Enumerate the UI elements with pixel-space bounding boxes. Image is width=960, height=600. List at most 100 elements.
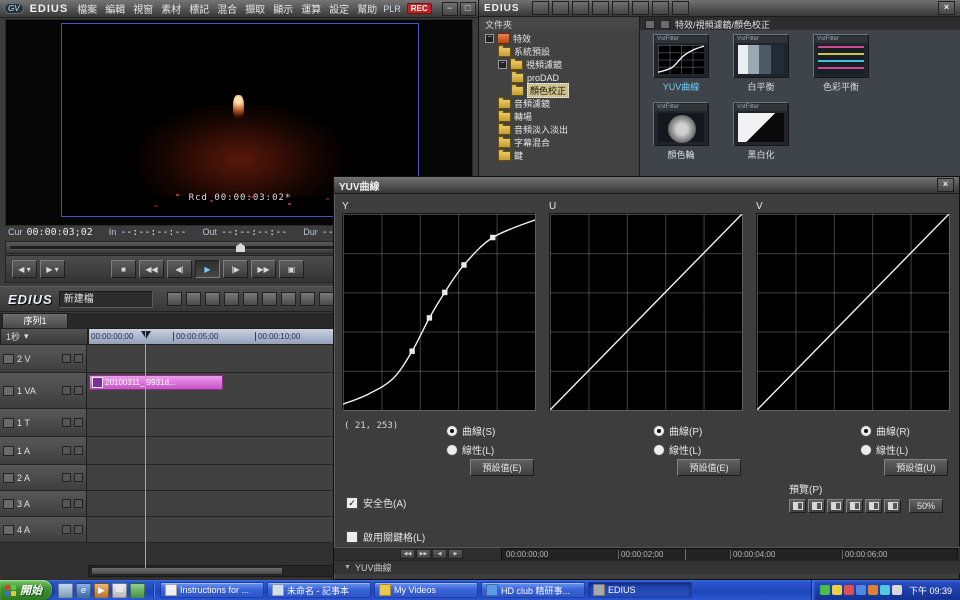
text-tool-icon[interactable] [572, 1, 589, 15]
settings-icon[interactable] [632, 1, 649, 15]
pen-button[interactable] [789, 499, 806, 513]
track-lock-icon[interactable] [74, 499, 83, 508]
tree-item[interactable]: 系統預設 [479, 45, 639, 58]
hscrollbar-thumb[interactable] [91, 567, 283, 575]
track-header[interactable]: 1 T [0, 409, 87, 436]
tray-icon[interactable] [820, 585, 830, 595]
tree-item[interactable]: 音頻淡入淡出 [479, 123, 639, 136]
track-lock-icon[interactable] [74, 354, 83, 363]
tree-item[interactable]: 字幕混合 [479, 136, 639, 149]
enable-keyframe-checkbox[interactable]: 啟用關鍵格(L) [346, 529, 425, 544]
undo-button[interactable] [224, 292, 239, 306]
seek-thumb[interactable] [236, 243, 245, 252]
track-lock-icon[interactable] [74, 386, 83, 395]
ruler-playhead-marker[interactable] [141, 331, 151, 344]
transport-play-button[interactable]: ▶ [195, 260, 220, 278]
taskbar-task-edius[interactable]: EDIUS [588, 582, 692, 598]
messenger-icon[interactable] [130, 583, 145, 598]
taskbar-task-folder[interactable]: My Videos [374, 582, 478, 598]
keyframe-nav-button[interactable]: ▶▶ [416, 549, 431, 559]
menu-item[interactable]: 運算 [301, 1, 321, 16]
mode-radio-option[interactable]: 線性(L) [860, 442, 910, 457]
effect-item[interactable]: VstFilter白平衡 [728, 34, 794, 93]
dialog-close-button[interactable]: × [937, 178, 954, 192]
safe-color-checkbox[interactable]: ✓ 安全色(A) [346, 495, 406, 510]
mode-radio-option[interactable]: 曲線(R) [860, 423, 910, 438]
taskbar-task-notepad[interactable]: 未命名 - 記事本 [267, 582, 371, 598]
folder-panel-tab[interactable]: 文件夾 [479, 17, 640, 31]
new-button[interactable] [167, 292, 182, 306]
effect-item[interactable]: VstFilter色彩平衡 [808, 34, 874, 93]
default-values-button[interactable]: 預設值(E) [470, 459, 534, 476]
track-header[interactable]: 2 V [0, 345, 87, 372]
tray-icon[interactable] [856, 585, 866, 595]
effect-item[interactable]: VstFilter黑白化 [728, 102, 794, 161]
show-desktop-icon[interactable] [58, 583, 73, 598]
paste-button[interactable] [300, 292, 315, 306]
keyframe-nav-button[interactable]: ▶ [448, 549, 463, 559]
track-lock-icon[interactable] [74, 525, 83, 534]
tray-icon[interactable] [844, 585, 854, 595]
mode-radio-option[interactable]: 曲線(P) [653, 423, 702, 438]
tree-item[interactable]: 音頻濾鏡 [479, 97, 639, 110]
tree-item[interactable]: 鍵 [479, 149, 639, 162]
menu-item[interactable]: 標記 [189, 1, 209, 16]
tree-expander-icon[interactable]: − [485, 34, 494, 43]
track-header[interactable]: 1 VA [0, 373, 87, 408]
media-player-icon[interactable]: ▶ [94, 583, 109, 598]
curve-editor[interactable] [756, 213, 950, 411]
transport-jog-left-button[interactable]: ◀ ▾ [12, 260, 37, 278]
track-mute-icon[interactable] [62, 354, 71, 363]
menu-item[interactable]: 擷取 [245, 1, 265, 16]
menu-item[interactable]: 編輯 [105, 1, 125, 16]
track-mute-icon[interactable] [62, 473, 71, 482]
menu-item[interactable]: 檔案 [77, 1, 97, 16]
screen-b-button[interactable] [827, 499, 844, 513]
curve-editor[interactable] [342, 213, 536, 411]
track-lock-icon[interactable] [74, 418, 83, 427]
keyframe-nav-button[interactable]: ◀◀ [400, 549, 415, 559]
tree-item[interactable]: −視頻濾鏡 [479, 58, 639, 71]
keyframe-nav-button[interactable]: ◀ [432, 549, 447, 559]
cut-button[interactable] [262, 292, 277, 306]
transport-rewind-button[interactable]: ◀◀ [139, 260, 164, 278]
tray-icon[interactable] [832, 585, 842, 595]
lock-icon[interactable] [672, 1, 689, 15]
effect-item[interactable]: VstFilter顏色輪 [648, 102, 714, 161]
tray-icon[interactable] [892, 585, 902, 595]
track-header[interactable]: 1 A [0, 437, 87, 464]
curve-editor[interactable] [549, 213, 743, 411]
folder-up-icon[interactable] [645, 20, 655, 29]
screen-c-button[interactable] [846, 499, 863, 513]
delete-icon[interactable] [612, 1, 629, 15]
palette-close-button[interactable]: × [938, 1, 955, 15]
minimize-button[interactable]: − [442, 2, 458, 16]
menu-item[interactable]: 設定 [329, 1, 349, 16]
transport-stop-button[interactable]: ■ [111, 260, 136, 278]
tree-item[interactable]: −特效 [479, 32, 639, 45]
menu-item[interactable]: 視窗 [133, 1, 153, 16]
zoom-level-select[interactable]: 1秒 ▾ [0, 328, 88, 345]
move-up-icon[interactable] [552, 1, 569, 15]
transport-fast-forward-button[interactable]: ▶▶ [251, 260, 276, 278]
menu-item[interactable]: 素材 [161, 1, 181, 16]
transport-prev-frame-button[interactable]: ◀| [167, 260, 192, 278]
undock-icon[interactable] [532, 1, 549, 15]
track-mute-icon[interactable] [62, 525, 71, 534]
track-header[interactable]: 4 A [0, 517, 87, 542]
track-lock-icon[interactable] [74, 473, 83, 482]
track-lock-icon[interactable] [74, 446, 83, 455]
view-grid-icon[interactable] [652, 1, 669, 15]
effect-item[interactable]: VstFilterYUV曲線 [648, 34, 714, 93]
menu-item[interactable]: 混合 [217, 1, 237, 16]
mode-radio-option[interactable]: 線性(L) [653, 442, 702, 457]
save-button[interactable] [205, 292, 220, 306]
default-values-button[interactable]: 預設值(E) [677, 459, 741, 476]
mode-radio-option[interactable]: 曲線(S) [446, 423, 495, 438]
menu-item[interactable]: 幫助 [357, 1, 377, 16]
view-mode-icon[interactable] [660, 20, 670, 29]
mail-icon[interactable]: ✉ [112, 583, 127, 598]
track-mute-icon[interactable] [62, 499, 71, 508]
tray-icon[interactable] [880, 585, 890, 595]
transport-output-button[interactable]: ▣ [279, 260, 304, 278]
